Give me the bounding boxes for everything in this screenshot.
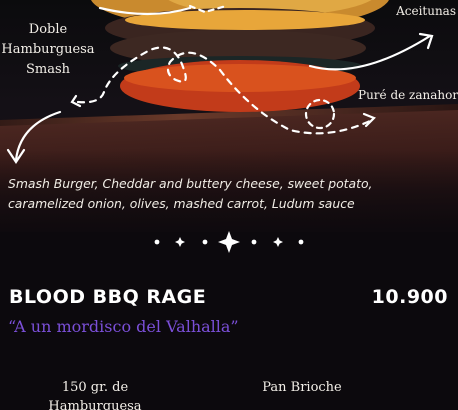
burger-photo: Doble Hamburguesa Smash Aceitunas Puré d… <box>0 0 458 232</box>
description-line: caramelized onion, olives, mashed carrot… <box>8 196 355 211</box>
callout-line: Hamburguesa <box>1 42 95 57</box>
ingredient-pan-brioche: Pan Brioche <box>252 378 352 397</box>
description-line: Smash Burger, Cheddar and buttery cheese… <box>8 176 373 191</box>
decorative-divider <box>154 231 304 253</box>
divider-star-large <box>218 231 240 253</box>
dashes-top <box>188 4 228 14</box>
ingredient-line: 150 gr. de <box>61 380 129 395</box>
divider-dot <box>154 239 160 245</box>
ingredient-hamburguesa: 150 gr. de Hamburguesa <box>40 378 150 410</box>
item-description: Smash Burger, Cheddar and buttery cheese… <box>8 174 448 214</box>
divider-star-small <box>175 237 185 247</box>
menu-item-row: BLOOD BBQ RAGE 10.900 <box>0 284 458 318</box>
divider-dot <box>298 239 304 245</box>
item-price: 10.900 <box>371 286 448 308</box>
divider-star-small <box>273 237 283 247</box>
callout-line: Doble <box>28 22 68 37</box>
callout-line: Smash <box>25 62 71 77</box>
ingredient-line: Pan Brioche <box>262 380 342 395</box>
dashed-circle <box>304 98 336 130</box>
callout-aceitunas: Aceitunas <box>396 4 456 18</box>
divider-dot <box>202 239 208 245</box>
dashed-path-head-right <box>362 112 376 128</box>
arrow-top-left <box>98 6 192 16</box>
callout-pure-zanahoria: Puré de zanahoria <box>358 88 458 102</box>
divider-dot <box>251 239 257 245</box>
item-tagline: “A un mordisco del Valhalla” <box>8 317 239 336</box>
arrow-aceitunas <box>308 34 432 71</box>
menu-page: Doble Hamburguesa Smash Aceitunas Puré d… <box>0 0 458 410</box>
dashed-path <box>76 46 374 135</box>
item-name: BLOOD BBQ RAGE <box>9 286 207 308</box>
callout-doble-hamburguesa: Doble Hamburguesa Smash <box>0 20 96 80</box>
ingredient-line: Hamburguesa <box>48 399 142 410</box>
